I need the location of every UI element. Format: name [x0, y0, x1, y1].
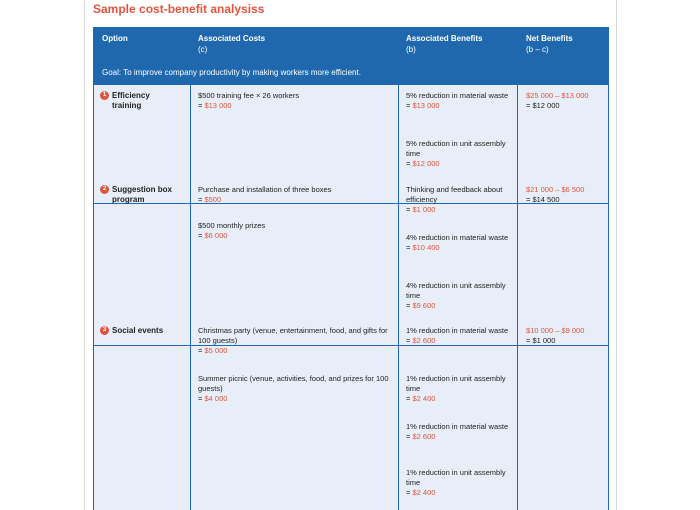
header-net-sub: (b – c) — [526, 45, 549, 54]
benefit-item: 5% reduction in material waste = $13 000 — [406, 91, 514, 111]
cost-value: $13 000 — [204, 101, 232, 110]
benefit-description: 5% reduction in unit assembly time — [406, 139, 506, 158]
cost-description: $500 monthly prizes — [198, 221, 266, 230]
goal-text: Goal: To improve company productivity by… — [102, 68, 361, 77]
benefit-item: 1% reduction in unit assembly time = $2 … — [406, 468, 514, 498]
cost-description: Purchase and installation of three boxes — [198, 185, 332, 194]
cost-value: $500 — [204, 195, 222, 204]
benefit-item: Thinking and feedback about efficiency =… — [406, 185, 514, 215]
cost-item: $500 training fee × 26 workers = $13 000 — [198, 91, 393, 111]
benefit-value: $10 400 — [412, 243, 440, 252]
benefit-value: $2 600 — [412, 336, 436, 345]
header-costs: Associated Costs (c) — [198, 33, 265, 55]
benefit-description: Thinking and feedback about efficiency — [406, 185, 503, 204]
net-calculation: $25 000 – $13 000 — [526, 91, 589, 100]
benefit-description: 4% reduction in unit assembly time — [406, 281, 506, 300]
option-number-badge: 2 — [100, 185, 109, 194]
cost-description: Christmas party (venue, entertainment, f… — [198, 326, 388, 345]
header-benefits-sub: (b) — [406, 45, 416, 54]
benefit-item: 4% reduction in material waste = $10 400 — [406, 233, 514, 253]
cost-value: $4 000 — [204, 394, 228, 403]
benefit-value: $9 600 — [412, 301, 436, 310]
header-option: Option — [102, 33, 128, 44]
header-option-label: Option — [102, 34, 128, 43]
option-cell: 2 Suggestion box program — [100, 185, 178, 205]
column-divider — [398, 85, 399, 510]
header-costs-label: Associated Costs — [198, 34, 266, 43]
benefit-description: 1% reduction in unit assembly time — [406, 374, 506, 393]
table-header: Option Associated Costs (c) Associated B… — [94, 27, 608, 85]
cost-item: Summer picnic (venue, activities, food, … — [198, 374, 393, 404]
benefit-value: $2 600 — [412, 432, 436, 441]
option-cell: 1 Efficiency training — [100, 91, 178, 111]
benefit-item: 4% reduction in unit assembly time = $9 … — [406, 281, 514, 311]
benefit-value: $2 400 — [412, 394, 436, 403]
cost-item: $500 monthly prizes = $6 000 — [198, 221, 393, 241]
benefit-item: 1% reduction in unit assembly time = $2 … — [406, 374, 514, 404]
page-edge-left — [84, 0, 85, 510]
option-label: Suggestion box program — [112, 185, 172, 204]
option-number-badge: 3 — [100, 326, 109, 335]
benefit-value: $1 000 — [412, 205, 436, 214]
option-cell: 3 Social events — [100, 326, 178, 336]
header-net-label: Net Benefits — [526, 34, 573, 43]
cost-description: Summer picnic (venue, activities, food, … — [198, 374, 389, 393]
net-result: = $14 500 — [526, 195, 560, 204]
cost-value: $6 000 — [204, 231, 228, 240]
header-net: Net Benefits (b – c) — [526, 33, 573, 55]
cost-item: Purchase and installation of three boxes… — [198, 185, 393, 205]
benefit-value: $13 000 — [412, 101, 440, 110]
header-benefits: Associated Benefits (b) — [406, 33, 482, 55]
benefit-item: 1% reduction in material waste = $2 600 — [406, 422, 514, 442]
benefit-description: 1% reduction in unit assembly time — [406, 468, 506, 487]
net-calculation: $21 000 – $6 500 — [526, 185, 585, 194]
net-calculation: $10 000 – $9 000 — [526, 326, 585, 335]
benefit-value: $2 400 — [412, 488, 436, 497]
benefit-item: 5% reduction in unit assembly time = $12… — [406, 139, 514, 169]
benefit-description: 1% reduction in material waste — [406, 422, 509, 431]
benefit-description: 5% reduction in material waste — [406, 91, 509, 100]
net-benefit: $10 000 – $9 000 = $1 000 — [526, 326, 604, 346]
benefit-description: 1% reduction in material waste — [406, 326, 509, 335]
cost-description: $500 training fee × 26 workers — [198, 91, 300, 100]
column-divider — [190, 85, 191, 510]
cost-value: $5 000 — [204, 346, 228, 355]
benefit-item: 1% reduction in material waste = $2 600 — [406, 326, 514, 346]
header-costs-sub: (c) — [198, 45, 208, 54]
net-result: = $1 000 — [526, 336, 556, 345]
net-benefit: $21 000 – $6 500 = $14 500 — [526, 185, 604, 205]
document-title: Sample cost-benefit analysiss — [93, 2, 265, 16]
benefit-description: 4% reduction in material waste — [406, 233, 509, 242]
option-label: Social events — [112, 326, 164, 335]
page-edge-right — [616, 0, 617, 510]
cost-item: Christmas party (venue, entertainment, f… — [198, 326, 393, 356]
header-benefits-label: Associated Benefits — [406, 34, 483, 43]
net-result: = $12 000 — [526, 101, 560, 110]
option-number-badge: 1 — [100, 91, 109, 100]
net-benefit: $25 000 – $13 000 = $12 000 — [526, 91, 604, 111]
column-divider — [517, 85, 518, 510]
option-label: Efficiency training — [112, 91, 150, 110]
cost-benefit-table: Option Associated Costs (c) Associated B… — [93, 27, 609, 510]
benefit-value: $12 000 — [412, 159, 440, 168]
